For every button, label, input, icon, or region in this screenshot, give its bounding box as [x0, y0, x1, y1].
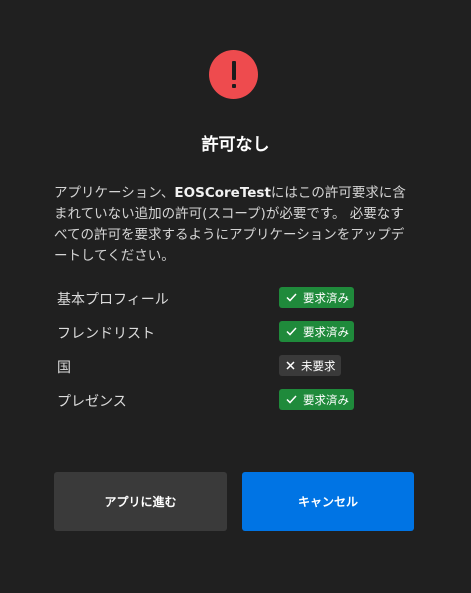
exclamation-circle-icon — [209, 50, 258, 99]
status-text: 未要求 — [301, 358, 336, 373]
permission-label: 基本プロフィール — [57, 292, 169, 308]
status-badge: 要求済み — [279, 321, 354, 342]
check-icon — [286, 395, 297, 404]
status-badge: 未要求 — [279, 355, 341, 376]
permission-row-basic-profile: 基本プロフィール 要求済み — [57, 287, 377, 309]
permission-row-presence: プレゼンス 要求済み — [57, 389, 377, 411]
status-badge: 要求済み — [279, 389, 354, 410]
permission-dialog: 許可なし アプリケーション、EOSCoreTestにはこの許可要求に含まれていな… — [0, 0, 471, 593]
status-text: 要求済み — [303, 392, 349, 407]
dialog-message: アプリケーション、EOSCoreTestにはこの許可要求に含まれていない追加の許… — [54, 183, 416, 267]
permission-label: 国 — [57, 360, 71, 376]
app-name: EOSCoreTest — [174, 185, 271, 201]
permission-label: フレンドリスト — [57, 326, 155, 342]
message-pre: アプリケーション、 — [54, 185, 175, 201]
permission-row-friend-list: フレンドリスト 要求済み — [57, 321, 377, 343]
status-text: 要求済み — [303, 324, 349, 339]
status-badge: 要求済み — [279, 287, 354, 308]
cancel-button[interactable]: キャンセル — [242, 472, 414, 531]
check-icon — [286, 293, 297, 302]
close-icon — [286, 361, 295, 370]
proceed-to-app-button[interactable]: アプリに進む — [54, 472, 227, 531]
permission-row-country: 国 未要求 — [57, 355, 377, 377]
permission-label: プレゼンス — [57, 394, 127, 410]
status-text: 要求済み — [303, 290, 349, 305]
dialog-title: 許可なし — [201, 135, 270, 155]
check-icon — [286, 327, 297, 336]
